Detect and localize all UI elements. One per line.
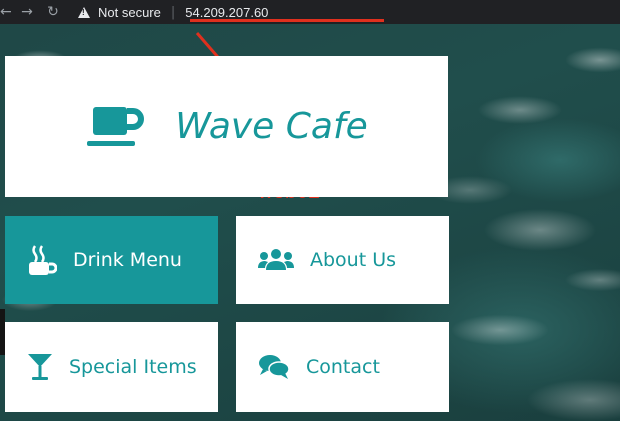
site-logo[interactable]: Wave Cafe (5, 56, 448, 197)
url-underline-annotation (190, 19, 384, 22)
nav-drink-menu[interactable]: Drink Menu (5, 216, 218, 304)
nav-special-items-label: Special Items (69, 356, 197, 378)
coffee-cup-icon (85, 103, 147, 151)
security-indicator[interactable]: Not secure (78, 5, 161, 20)
address-bar-url[interactable]: 54.209.207.60 (185, 5, 268, 20)
security-label: Not secure (98, 4, 161, 20)
arrow-left-icon[interactable]: ← (0, 0, 14, 24)
nav-special-items[interactable]: Special Items (5, 322, 218, 412)
warning-icon (78, 6, 90, 18)
nav-contact[interactable]: Contact (236, 322, 449, 412)
users-icon (258, 248, 294, 272)
arrow-right-icon[interactable]: → (14, 0, 40, 24)
cocktail-icon (27, 352, 53, 382)
site-logo-text: Wave Cafe (175, 106, 368, 147)
mug-hot-icon (27, 244, 57, 276)
reload-icon[interactable]: ↻ (40, 0, 66, 24)
address-separator: | (170, 4, 176, 20)
nav-about-us-label: About Us (310, 249, 397, 271)
comments-icon (258, 354, 290, 380)
nav-contact-label: Contact (306, 356, 380, 378)
nav-drink-menu-label: Drink Menu (73, 249, 182, 271)
nav-about-us[interactable]: About Us (236, 216, 449, 304)
